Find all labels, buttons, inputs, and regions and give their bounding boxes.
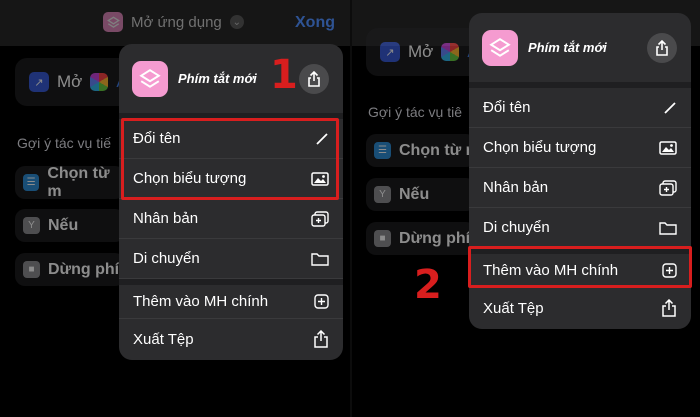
menu-item-label: Chọn biểu tượng [483,139,597,156]
suggestion-label: Dừng phí [48,260,120,278]
suggestions-label: Gợi ý tác vụ tiế [17,135,111,151]
photo-icon [311,171,329,186]
menu-item-export-file[interactable]: Xuất Tệp [119,319,343,359]
chevron-down-icon: ⌄ [229,15,244,29]
menu-item-label: Nhân bản [133,210,199,227]
action-text: Mở [57,72,83,91]
menu-item-duplicate[interactable]: Nhân bản [469,168,691,208]
shortcuts-icon [103,12,123,32]
menu-title: Phím tắt mới [178,71,257,86]
menu-item-duplicate[interactable]: Nhân bản [119,199,343,239]
photos-app-icon [441,43,460,61]
menu-item-label: Di chuyển [133,250,200,267]
menu-item-export-file[interactable]: Xuất Tệp [469,288,691,328]
pencil-icon [664,101,676,114]
shortcut-title-dropdown[interactable]: Mở ứng dụng ⌄ [103,12,244,32]
menu-item-label: Di chuyển [483,219,550,236]
menu-title: Phím tắt mới [528,40,607,55]
menu-item-add-to-home[interactable]: Thêm vào MH chính [119,279,343,319]
suggestion-label: Nếu [399,185,430,203]
menu-header: Phím tắt mới [119,44,343,119]
suggestion-label: Dừng phí [399,229,471,247]
menu-item-move[interactable]: Di chuyển [119,239,343,279]
menu-header: Phím tắt mới [469,13,691,88]
share-icon[interactable] [299,63,329,94]
menu-icon: ☰ [374,142,391,159]
suggestions-label: Gợi ý tác vụ tiê [368,104,462,120]
suggestion-label: Chọn từ m [47,164,110,200]
menu-item-label: Nhân bản [483,179,549,196]
menu-item-label: Đổi tên [483,99,531,116]
menu-item-move[interactable]: Di chuyển [469,208,691,248]
suggestion-choose-from-menu[interactable]: ☰ Chọn từ m [15,164,125,200]
plus-square-icon [662,263,677,278]
duplicate-icon [659,179,677,196]
navigation-bar: Mở ứng dụng ⌄ Xong [0,0,350,46]
stop-icon: ■ [23,261,40,278]
menu-item-choose-icon[interactable]: Chọn biểu tượng [119,159,343,199]
menu-item-label: Chọn biểu tượng [133,170,247,187]
open-app-icon: ↗ [29,72,49,92]
suggestion-stop[interactable]: ■ Dừng phí [366,222,476,255]
suggestion-if[interactable]: Y Nếu [366,178,476,211]
share-icon[interactable] [647,32,677,63]
export-icon [662,299,676,317]
plus-square-icon [314,294,329,309]
suggestion-stop[interactable]: ■ Dừng phí [15,253,125,286]
open-app-icon: ↗ [380,42,400,62]
menu-item-rename[interactable]: Đổi tên [119,119,343,159]
duplicate-icon [311,210,329,227]
export-icon [314,330,328,348]
shortcut-stack-icon [132,60,168,97]
stop-icon: ■ [374,230,391,247]
right-screenshot: ↗ Mở A Gợi ý tác vụ tiê ☰ Chọn từ n Y Nế… [352,0,700,417]
done-button[interactable]: Xong [295,14,335,32]
suggestion-if[interactable]: Y Nếu [15,209,125,242]
context-menu: Phím tắt mới Đổi tên Chọn biểu tượng Nhâ… [469,13,691,329]
menu-item-rename[interactable]: Đổi tên [469,88,691,128]
branch-icon: Y [374,186,391,203]
action-text: Mở [408,42,434,61]
suggestion-label: Nếu [48,216,79,234]
left-screenshot: Mở ứng dụng ⌄ Xong ↗ Mở A Gợi ý tác vụ t… [0,0,350,417]
branch-icon: Y [23,217,40,234]
pencil-icon [316,132,328,145]
photos-app-icon [90,73,109,91]
menu-item-add-to-home[interactable]: Thêm vào MH chính [469,248,691,288]
context-menu: Phím tắt mới Đổi tên Chọn biểu tượng Nhâ… [119,44,343,360]
folder-icon [659,221,677,235]
step-number: 1 [270,52,298,98]
shortcut-title: Mở ứng dụng [131,13,222,31]
suggestion-choose-from-menu[interactable]: ☰ Chọn từ n [366,134,476,167]
menu-icon: ☰ [23,174,40,191]
suggestion-label: Chọn từ n [399,141,476,159]
shortcut-stack-icon [482,29,518,66]
menu-item-label: Thêm vào MH chính [133,293,269,310]
step-number: 2 [414,262,442,308]
menu-item-label: Thêm vào MH chính [483,262,619,279]
photo-icon [659,140,677,155]
folder-icon [311,252,329,266]
menu-item-choose-icon[interactable]: Chọn biểu tượng [469,128,691,168]
menu-item-label: Xuất Tệp [133,330,194,348]
menu-item-label: Xuất Tệp [483,299,544,317]
menu-item-label: Đổi tên [133,130,181,147]
